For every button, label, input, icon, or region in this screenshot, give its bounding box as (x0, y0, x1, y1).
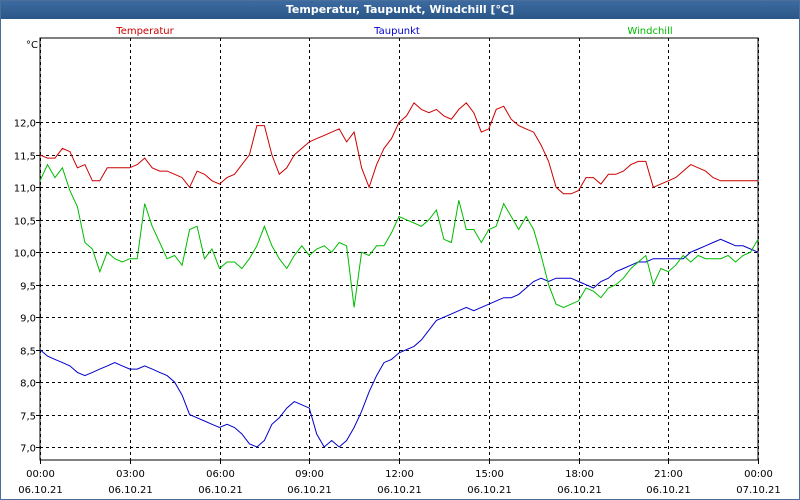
x-tick-date-label: 06.10.21 (557, 485, 602, 496)
y-axis-unit-label: °C (26, 40, 38, 51)
line-chart: 7,0 7,5 8,0 8,5 9,0 9,5 10,0 10,5 11,0 11,5 12,0 00… (14, 26, 781, 496)
x-tick-time-label: 09:00 (295, 469, 324, 480)
x-tick-time-label: 03:00 (116, 469, 145, 480)
legend-windchill: Windchill (627, 26, 672, 37)
x-tick-date-label: 06.10.21 (467, 485, 512, 496)
x-tick-time-label: 00:00 (744, 469, 773, 480)
y-tick-label: 7,0 (20, 444, 36, 455)
y-tick-label: 11,0 (14, 184, 36, 195)
y-tick-label: 8,5 (20, 347, 36, 358)
x-tick-time-label: 21:00 (654, 469, 683, 480)
x-tick-time-label: 06:00 (206, 469, 235, 480)
x-tick-date-label: 06.10.21 (377, 485, 422, 496)
x-tick-date-label: 06.10.21 (198, 485, 243, 496)
y-tick-label: 10,5 (14, 217, 36, 228)
x-tick-time-label: 00:00 (26, 469, 55, 480)
x-tick-time-label: 15:00 (475, 469, 504, 480)
x-tick-date-label: 06.10.21 (18, 485, 63, 496)
x-tick-date-label: 06.10.21 (646, 485, 691, 496)
y-tick-label: 9,5 (20, 282, 36, 293)
legend-temperatur: Temperatur (115, 26, 174, 37)
x-tick-date-label: 07.10.21 (736, 485, 781, 496)
y-tick-label: 8,0 (20, 379, 36, 390)
x-tick-time-label: 18:00 (565, 469, 594, 480)
x-tick-time-label: 12:00 (385, 469, 414, 480)
y-tick-label: 10,0 (14, 249, 36, 260)
y-tick-label: 9,0 (20, 314, 36, 325)
x-tick-date-label: 06.10.21 (108, 485, 153, 496)
y-tick-label: 7,5 (20, 412, 36, 423)
y-tick-label: 11,5 (14, 152, 36, 163)
legend-taupunkt: Taupunkt (373, 26, 420, 37)
y-tick-label: 12,0 (14, 119, 36, 130)
x-tick-date-label: 06.10.21 (287, 485, 332, 496)
